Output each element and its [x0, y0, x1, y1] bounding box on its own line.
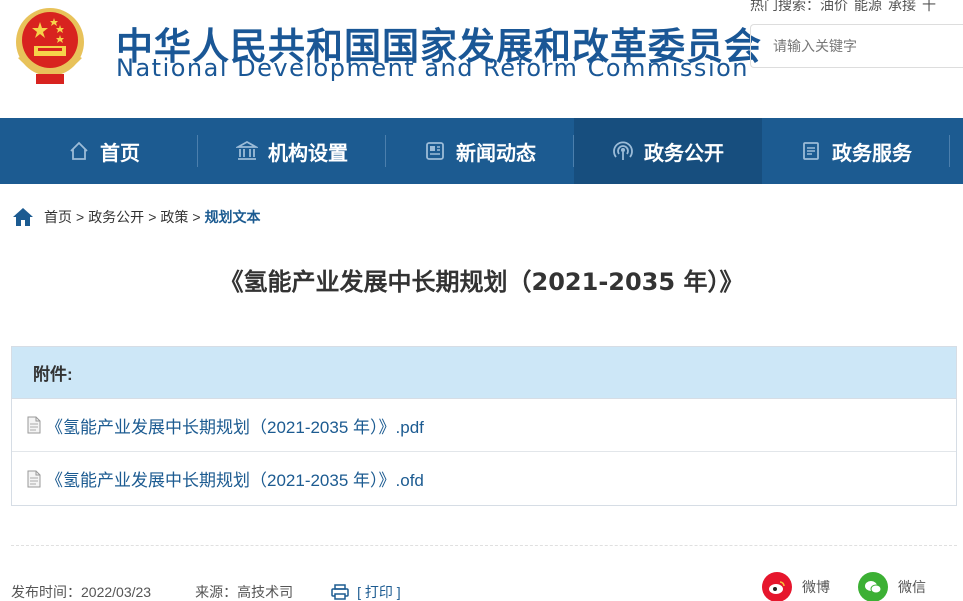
nav-item-services[interactable]: 政务服务	[762, 118, 950, 184]
broadcast-icon	[612, 140, 634, 162]
attachment-link-ofd[interactable]: 《氢能产业发展中长期规划（2021-2035 年）》.ofd	[12, 452, 956, 505]
nav-item-institution[interactable]: 机构设置	[198, 118, 386, 184]
attachment-name: 《氢能产业发展中长期规划（2021-2035 年）》.pdf	[46, 417, 424, 437]
search-box	[750, 24, 963, 68]
attachment-link-pdf[interactable]: 《氢能产业发展中长期规划（2021-2035 年）》.pdf	[12, 399, 956, 452]
attachments-panel: 附件: 《氢能产业发展中长期规划（2021-2035 年）》.pdf 《氢能产业…	[11, 346, 957, 506]
hot-search-term[interactable]: 油价	[820, 0, 848, 13]
share-weibo-label: 微博	[802, 579, 830, 595]
hot-search-label: 热门搜索：	[750, 0, 820, 13]
nav-item-government-affairs[interactable]: 政务公开	[574, 118, 762, 184]
article-meta: 发布时间：2022/03/23 来源：高技术司 [ 打印 ]	[11, 582, 401, 601]
site-title-en: National Development and Reform Commissi…	[116, 54, 749, 82]
print-label: [ 打印 ]	[357, 584, 401, 600]
breadcrumb-plan-text[interactable]: 规划文本	[205, 207, 261, 227]
print-button[interactable]: [ 打印 ]	[331, 582, 401, 601]
main-nav: 首页 机构设置 新闻动态 政务公开 政务服务	[0, 118, 963, 184]
breadcrumb-separator: >	[192, 209, 201, 225]
share-wechat-label: 微信	[898, 579, 926, 595]
home-icon	[68, 140, 90, 162]
nav-item-label: 新闻动态	[456, 140, 536, 165]
share-wechat[interactable]: 微信	[858, 572, 926, 601]
share-weibo[interactable]: 微博	[762, 572, 830, 601]
news-icon	[424, 140, 446, 162]
breadcrumb-separator: >	[148, 209, 157, 225]
institution-icon	[236, 140, 258, 162]
nav-item-label: 政务公开	[644, 140, 724, 165]
file-icon	[26, 416, 42, 434]
breadcrumb-policy[interactable]: 政策	[160, 207, 188, 227]
divider	[11, 545, 957, 546]
site-header: 中华人民共和国国家发展和改革委员会 National Development a…	[0, 0, 963, 118]
national-emblem-logo[interactable]	[10, 0, 90, 92]
nav-item-label: 首页	[100, 140, 140, 165]
document-icon	[800, 140, 822, 162]
source: 来源：高技术司	[195, 584, 294, 600]
wechat-icon	[858, 572, 888, 601]
attachment-name: 《氢能产业发展中长期规划（2021-2035 年）》.ofd	[46, 471, 424, 490]
breadcrumb-home[interactable]: 首页	[44, 207, 72, 227]
nav-separator	[949, 135, 950, 167]
hot-search-term[interactable]: 能源	[854, 0, 882, 13]
nav-item-label: 机构设置	[268, 140, 348, 165]
printer-icon	[331, 584, 349, 600]
attachments-heading: 附件:	[12, 347, 956, 399]
hot-search: 热门搜索：油价 能源 承接十	[750, 0, 942, 15]
article-title: 《氢能产业发展中长期规划（2021-2035 年）》	[219, 268, 744, 296]
hot-search-term[interactable]: 十	[922, 0, 936, 13]
file-icon	[26, 470, 42, 488]
nav-item-home[interactable]: 首页	[10, 118, 198, 184]
nav-item-label: 政务服务	[832, 140, 912, 165]
breadcrumb: 首页 > 政务公开 > 政策 > 规划文本	[12, 206, 261, 228]
breadcrumb-separator: >	[76, 209, 85, 225]
home-icon[interactable]	[12, 206, 34, 228]
breadcrumb-government-affairs[interactable]: 政务公开	[88, 207, 144, 227]
publish-time: 发布时间：2022/03/23	[11, 584, 152, 600]
hot-search-term[interactable]: 承接	[888, 0, 916, 13]
nav-item-news[interactable]: 新闻动态	[386, 118, 574, 184]
search-input[interactable]	[751, 25, 963, 67]
weibo-icon	[762, 572, 792, 601]
